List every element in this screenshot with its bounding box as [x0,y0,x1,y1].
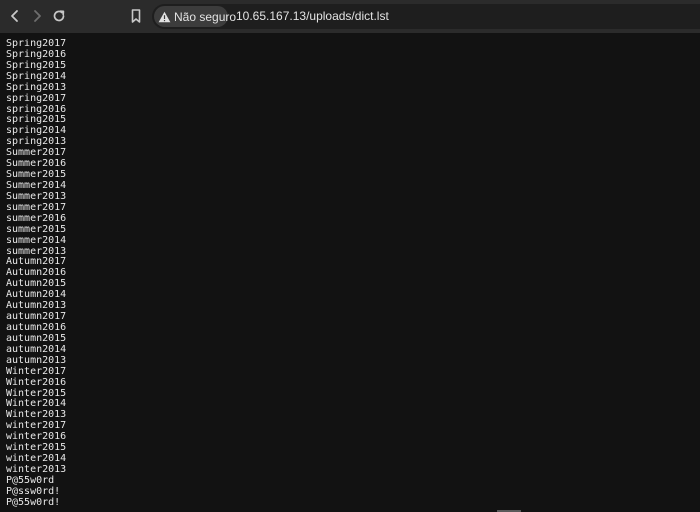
text-line: autumn2013 [6,354,67,366]
text-line: winter2017 [6,420,67,432]
text-line: P@ssw0rd! [6,485,61,497]
arrow-left-icon [11,10,18,22]
text-line: Spring2013 [6,81,67,93]
back-button[interactable] [4,5,26,27]
text-line: Winter2015 [6,387,67,399]
text-line: Spring2014 [6,70,67,82]
warning-triangle-icon [158,10,171,24]
text-line: Winter2016 [6,376,67,388]
bookmark-icon [131,9,141,23]
text-line: Summer2015 [6,169,67,181]
address-bar[interactable]: Não seguro 10.65.167.13/uploads/dict.lst [152,4,700,29]
text-line: autumn2015 [6,332,67,344]
text-line: spring2014 [6,125,67,137]
text-line: winter2015 [6,442,67,454]
text-line: winter2016 [6,431,67,443]
text-line: summer2015 [6,223,67,235]
text-line: spring2017 [6,92,67,104]
reload-icon [53,10,65,22]
text-line: winter2014 [6,453,67,465]
security-label: Não seguro [174,9,237,24]
text-line: autumn2014 [6,343,67,355]
arrow-right-icon [34,10,41,22]
text-line: Autumn2014 [6,289,67,301]
text-line: autumn2017 [6,311,67,323]
url-text[interactable]: 10.65.167.13/uploads/dict.lst [236,9,389,23]
text-line: Autumn2016 [6,267,67,279]
plain-text-body: Spring2017 Spring2016 Spring2015 Spring2014… [6,39,696,509]
bookmark-button[interactable] [125,5,147,27]
text-line: summer2013 [6,245,67,257]
text-line: winter2013 [6,463,67,475]
text-line: Winter2013 [6,409,67,421]
text-line: Winter2017 [6,365,67,377]
reload-button[interactable] [48,5,70,27]
text-line: Summer2014 [6,179,67,191]
text-line: Spring2016 [6,48,67,60]
text-line: P@55w0rd [6,474,55,486]
text-line: Autumn2017 [6,256,67,268]
text-line: Spring2015 [6,59,67,71]
document-content: Spring2017 Spring2016 Spring2015 Spring2014… [6,39,696,512]
forward-button[interactable] [26,5,48,27]
text-line: Autumn2013 [6,300,67,312]
text-line: Summer2016 [6,158,67,170]
text-line: Summer2013 [6,190,67,202]
text-line: summer2017 [6,201,67,213]
text-line: autumn2016 [6,321,67,333]
text-line: Summer2017 [6,147,67,159]
text-line: summer2014 [6,234,67,246]
text-line: summer2016 [6,212,67,224]
text-line: Spring2017 [6,39,67,49]
text-line: Winter2014 [6,398,67,410]
text-line: Autumn2015 [6,278,67,290]
security-indicator[interactable]: Não seguro [154,6,236,27]
text-line: P@55w0rd! [6,496,61,508]
browser-toolbar: Não seguro 10.65.167.13/uploads/dict.lst [0,0,700,33]
text-line: spring2013 [6,136,67,148]
text-line: spring2015 [6,114,67,126]
text-line: spring2016 [6,103,67,115]
